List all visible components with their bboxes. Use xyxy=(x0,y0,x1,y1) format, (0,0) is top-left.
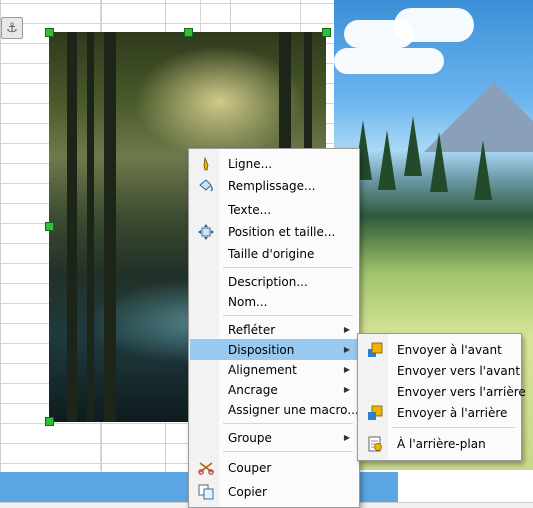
menu-item-label: Remplissage... xyxy=(228,178,316,193)
menu-item-label: Texte... xyxy=(228,202,272,217)
menu-item-align[interactable]: Alignement ▶ xyxy=(190,359,358,380)
scissors-icon xyxy=(198,460,214,476)
menu-item-label: Nom... xyxy=(228,294,268,309)
menu-separator xyxy=(223,451,353,452)
resize-handle[interactable] xyxy=(45,28,54,37)
submenu-arrow-icon: ▶ xyxy=(343,433,350,442)
pine-tree xyxy=(474,140,492,200)
menu-item-label: Envoyer vers l'avant xyxy=(397,363,521,378)
menu-item-label: Taille d'origine xyxy=(228,246,315,261)
bring-to-front-icon xyxy=(367,342,383,358)
menu-item-flip[interactable]: Refléter ▶ xyxy=(190,319,358,340)
pine-tree xyxy=(430,132,448,192)
submenu-item-to-background[interactable]: À l'arrière-plan xyxy=(359,433,520,454)
menu-item-assign-macro[interactable]: Assigner une macro... xyxy=(190,399,359,420)
menu-item-text[interactable]: Texte... xyxy=(190,199,358,220)
resize-handle[interactable] xyxy=(184,28,193,37)
menu-item-original-size[interactable]: Taille d'origine xyxy=(190,243,358,264)
cloud-shape xyxy=(334,48,444,74)
menu-separator xyxy=(223,315,353,316)
menu-item-label: Couper xyxy=(228,460,272,475)
anchor-icon[interactable]: ⚓ xyxy=(1,17,23,39)
tree-trunk xyxy=(87,32,94,422)
resize-handle[interactable] xyxy=(322,28,331,37)
submenu-item-send-backward[interactable]: Envoyer vers l'arrière xyxy=(359,381,526,402)
menu-item-label: Description... xyxy=(228,274,308,289)
menu-separator xyxy=(223,267,353,268)
submenu-item-bring-to-front[interactable]: Envoyer à l'avant xyxy=(359,339,520,360)
menu-separator xyxy=(392,427,515,428)
menu-item-description[interactable]: Description... xyxy=(190,271,358,292)
menu-item-label: Groupe xyxy=(228,430,272,445)
menu-separator xyxy=(223,423,353,424)
copy-icon xyxy=(198,484,214,500)
menu-item-label: Alignement xyxy=(228,362,297,377)
menu-item-copy[interactable]: Copier xyxy=(190,481,358,502)
context-menu: Ligne... Remplissage... Texte... Positio… xyxy=(188,148,360,508)
menu-item-label: Disposition xyxy=(228,342,295,357)
send-to-back-icon xyxy=(367,405,383,421)
menu-item-label: Envoyer vers l'arrière xyxy=(397,384,526,399)
menu-item-group[interactable]: Groupe ▶ xyxy=(190,427,358,448)
move-resize-icon xyxy=(198,224,214,240)
resize-handle[interactable] xyxy=(45,417,54,426)
paint-bucket-icon xyxy=(198,178,214,194)
cloud-shape xyxy=(394,8,474,42)
submenu-arrow-icon: ▶ xyxy=(343,345,350,354)
pine-tree xyxy=(404,116,422,176)
menu-item-label: Assigner une macro... xyxy=(228,402,359,417)
menu-item-cut[interactable]: Couper xyxy=(190,457,358,478)
pen-icon xyxy=(198,156,214,172)
menu-item-label: Position et taille... xyxy=(228,224,336,239)
menu-item-label: Copier xyxy=(228,484,267,499)
arrange-submenu: Envoyer à l'avant Envoyer vers l'avant E… xyxy=(357,333,526,461)
submenu-item-send-to-back[interactable]: Envoyer à l'arrière xyxy=(359,402,520,423)
submenu-arrow-icon: ▶ xyxy=(343,325,350,334)
to-background-icon xyxy=(367,436,383,452)
pine-tree xyxy=(378,130,396,190)
column-divider xyxy=(0,0,1,507)
menu-item-label: Ligne... xyxy=(228,156,273,171)
menu-item-line[interactable]: Ligne... xyxy=(190,153,358,174)
menu-item-label: À l'arrière-plan xyxy=(397,436,486,451)
menu-item-label: Envoyer à l'avant xyxy=(397,342,502,357)
tree-trunk xyxy=(104,32,116,422)
resize-handle[interactable] xyxy=(45,222,54,231)
tree-trunk xyxy=(67,32,77,422)
menu-item-label: Envoyer à l'arrière xyxy=(397,405,508,420)
submenu-arrow-icon: ▶ xyxy=(343,385,350,394)
menu-item-label: Refléter xyxy=(228,322,276,337)
menu-item-anchor[interactable]: Ancrage ▶ xyxy=(190,379,358,400)
menu-item-position-size[interactable]: Position et taille... xyxy=(190,221,358,242)
menu-item-arrange[interactable]: Disposition ▶ xyxy=(190,339,358,360)
menu-item-fill[interactable]: Remplissage... xyxy=(190,175,358,196)
menu-item-label: Ancrage xyxy=(228,382,278,397)
menu-item-name[interactable]: Nom... xyxy=(190,291,358,312)
submenu-item-bring-forward[interactable]: Envoyer vers l'avant xyxy=(359,360,520,381)
submenu-arrow-icon: ▶ xyxy=(343,365,350,374)
